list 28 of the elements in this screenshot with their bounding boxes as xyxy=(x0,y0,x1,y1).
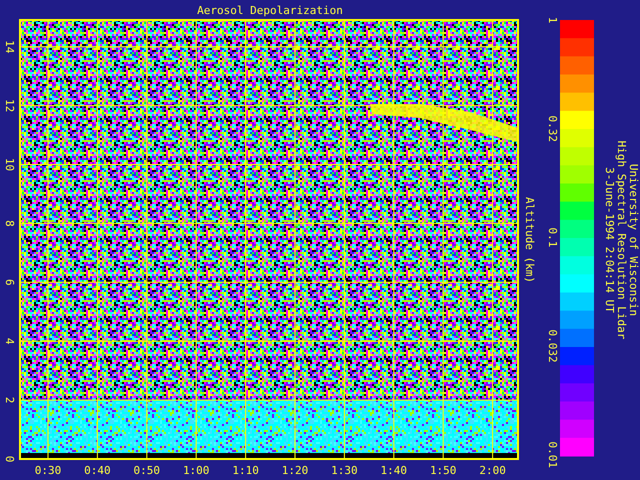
x-tick-label: 1:00 xyxy=(182,464,210,477)
color-scale-label: 0.1 xyxy=(546,227,559,248)
color-scale-label: 1 xyxy=(546,16,559,24)
x-tick-label: 2:00 xyxy=(479,464,506,477)
x-tick-label: 1:50 xyxy=(430,464,456,477)
x-tick-label: 1:10 xyxy=(232,464,259,477)
color-scale-label: 0.032 xyxy=(546,330,559,363)
y-tick-label: 10 xyxy=(3,158,16,172)
y-tick-label: 14 xyxy=(3,40,16,54)
y-tick-label: 6 xyxy=(3,278,16,286)
x-tick-label: 1:30 xyxy=(331,464,358,477)
y-tick-label: 0 xyxy=(3,456,16,462)
x-tick-label: 1:20 xyxy=(282,464,308,477)
caption-line: University of Wisconsin xyxy=(627,164,640,316)
y-tick-label: 4 xyxy=(3,338,16,345)
x-tick-label: 0:50 xyxy=(134,464,160,477)
x-tick-label: 0:40 xyxy=(84,464,111,477)
y-tick-label: 2 xyxy=(3,396,16,404)
chart-title: Aerosol Depolarization xyxy=(197,4,343,17)
y-axis-label: Altitude (km) xyxy=(523,196,536,284)
y-tick-label: 8 xyxy=(3,220,16,227)
x-tick-label: 0:30 xyxy=(34,464,62,477)
caption-line: 3-June-1994 2:04:14 UT xyxy=(603,167,616,313)
color-scale-label: 0.01 xyxy=(546,442,559,468)
color-scale-label: 0.32 xyxy=(546,115,559,142)
caption-line: High Spectral Resolution Lidar xyxy=(615,140,628,340)
x-tick-label: 1:40 xyxy=(380,464,408,477)
y-tick-label: 12 xyxy=(3,98,16,112)
